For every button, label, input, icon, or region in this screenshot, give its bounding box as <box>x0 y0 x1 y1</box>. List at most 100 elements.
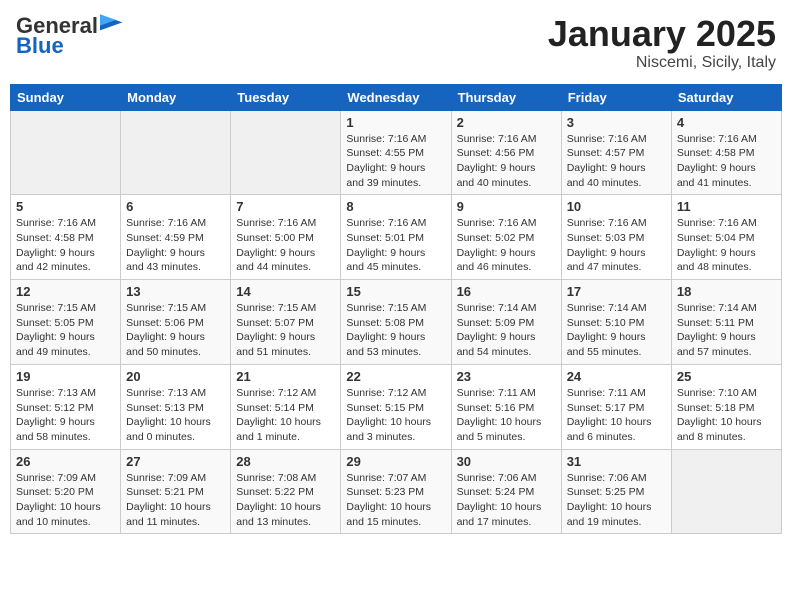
col-header-monday: Monday <box>121 84 231 110</box>
day-number: 16 <box>457 284 556 299</box>
logo: General Blue <box>16 14 124 58</box>
day-number: 15 <box>346 284 445 299</box>
day-number: 5 <box>16 199 115 214</box>
day-info: Sunrise: 7:08 AM Sunset: 5:22 PM Dayligh… <box>236 471 335 530</box>
day-info: Sunrise: 7:16 AM Sunset: 5:02 PM Dayligh… <box>457 216 556 275</box>
calendar-day-14: 14 Sunrise: 7:15 AM Sunset: 5:07 PM Dayli… <box>231 280 341 365</box>
calendar-day-25: 25 Sunrise: 7:10 AM Sunset: 5:18 PM Dayli… <box>671 364 781 449</box>
day-info: Sunrise: 7:06 AM Sunset: 5:24 PM Dayligh… <box>457 471 556 530</box>
day-number: 8 <box>346 199 445 214</box>
empty-cell <box>11 110 121 195</box>
day-info: Sunrise: 7:11 AM Sunset: 5:16 PM Dayligh… <box>457 386 556 445</box>
day-info: Sunrise: 7:10 AM Sunset: 5:18 PM Dayligh… <box>677 386 776 445</box>
logo-flag-icon <box>100 14 124 34</box>
calendar-day-1: 1 Sunrise: 7:16 AM Sunset: 4:55 PM Daylig… <box>341 110 451 195</box>
day-info: Sunrise: 7:09 AM Sunset: 5:21 PM Dayligh… <box>126 471 225 530</box>
title-block: January 2025 Niscemi, Sicily, Italy <box>548 14 776 72</box>
day-info: Sunrise: 7:15 AM Sunset: 5:08 PM Dayligh… <box>346 301 445 360</box>
day-info: Sunrise: 7:15 AM Sunset: 5:05 PM Dayligh… <box>16 301 115 360</box>
day-number: 14 <box>236 284 335 299</box>
day-number: 7 <box>236 199 335 214</box>
day-number: 3 <box>567 115 666 130</box>
calendar-day-31: 31 Sunrise: 7:06 AM Sunset: 5:25 PM Dayli… <box>561 449 671 534</box>
calendar-day-4: 4 Sunrise: 7:16 AM Sunset: 4:58 PM Daylig… <box>671 110 781 195</box>
day-info: Sunrise: 7:16 AM Sunset: 4:57 PM Dayligh… <box>567 132 666 191</box>
calendar-day-5: 5 Sunrise: 7:16 AM Sunset: 4:58 PM Daylig… <box>11 195 121 280</box>
calendar-day-2: 2 Sunrise: 7:16 AM Sunset: 4:56 PM Daylig… <box>451 110 561 195</box>
col-header-thursday: Thursday <box>451 84 561 110</box>
day-info: Sunrise: 7:11 AM Sunset: 5:17 PM Dayligh… <box>567 386 666 445</box>
calendar-week-2: 5 Sunrise: 7:16 AM Sunset: 4:58 PM Daylig… <box>11 195 782 280</box>
month-title: January 2025 <box>548 14 776 54</box>
empty-cell <box>671 449 781 534</box>
day-info: Sunrise: 7:13 AM Sunset: 5:12 PM Dayligh… <box>16 386 115 445</box>
empty-cell <box>231 110 341 195</box>
calendar-day-26: 26Sunrise: 7:09 AM Sunset: 5:20 PM Dayli… <box>11 449 121 534</box>
day-info: Sunrise: 7:13 AM Sunset: 5:13 PM Dayligh… <box>126 386 225 445</box>
calendar-day-18: 18 Sunrise: 7:14 AM Sunset: 5:11 PM Dayli… <box>671 280 781 365</box>
day-number: 24 <box>567 369 666 384</box>
day-number: 11 <box>677 199 776 214</box>
col-header-sunday: Sunday <box>11 84 121 110</box>
calendar-day-8: 8 Sunrise: 7:16 AM Sunset: 5:01 PM Daylig… <box>341 195 451 280</box>
day-number: 27 <box>126 454 225 469</box>
day-info: Sunrise: 7:14 AM Sunset: 5:11 PM Dayligh… <box>677 301 776 360</box>
day-info: Sunrise: 7:16 AM Sunset: 4:55 PM Dayligh… <box>346 132 445 191</box>
day-number: 4 <box>677 115 776 130</box>
day-number: 1 <box>346 115 445 130</box>
day-info: Sunrise: 7:12 AM Sunset: 5:15 PM Dayligh… <box>346 386 445 445</box>
calendar-day-3: 3 Sunrise: 7:16 AM Sunset: 4:57 PM Daylig… <box>561 110 671 195</box>
day-number: 12 <box>16 284 115 299</box>
calendar-day-23: 23 Sunrise: 7:11 AM Sunset: 5:16 PM Dayli… <box>451 364 561 449</box>
day-info: Sunrise: 7:07 AM Sunset: 5:23 PM Dayligh… <box>346 471 445 530</box>
calendar-day-29: 29 Sunrise: 7:07 AM Sunset: 5:23 PM Dayli… <box>341 449 451 534</box>
day-number: 25 <box>677 369 776 384</box>
col-header-friday: Friday <box>561 84 671 110</box>
calendar-table: SundayMondayTuesdayWednesdayThursdayFrid… <box>10 84 782 535</box>
calendar-day-13: 13 Sunrise: 7:15 AM Sunset: 5:06 PM Dayli… <box>121 280 231 365</box>
calendar-day-17: 17Sunrise: 7:14 AM Sunset: 5:10 PM Dayli… <box>561 280 671 365</box>
page-header: General Blue January 2025 Niscemi, Sicil… <box>10 10 782 76</box>
day-number: 6 <box>126 199 225 214</box>
day-info: Sunrise: 7:16 AM Sunset: 5:04 PM Dayligh… <box>677 216 776 275</box>
calendar-day-22: 22 Sunrise: 7:12 AM Sunset: 5:15 PM Dayli… <box>341 364 451 449</box>
empty-cell <box>121 110 231 195</box>
calendar-day-30: 30 Sunrise: 7:06 AM Sunset: 5:24 PM Dayli… <box>451 449 561 534</box>
col-header-wednesday: Wednesday <box>341 84 451 110</box>
day-number: 19 <box>16 369 115 384</box>
day-info: Sunrise: 7:16 AM Sunset: 4:56 PM Dayligh… <box>457 132 556 191</box>
day-info: Sunrise: 7:15 AM Sunset: 5:07 PM Dayligh… <box>236 301 335 360</box>
day-number: 22 <box>346 369 445 384</box>
calendar-week-1: 1 Sunrise: 7:16 AM Sunset: 4:55 PM Daylig… <box>11 110 782 195</box>
day-number: 29 <box>346 454 445 469</box>
day-number: 30 <box>457 454 556 469</box>
day-number: 2 <box>457 115 556 130</box>
calendar-day-21: 21Sunrise: 7:12 AM Sunset: 5:14 PM Dayli… <box>231 364 341 449</box>
location-subtitle: Niscemi, Sicily, Italy <box>548 54 776 72</box>
day-number: 18 <box>677 284 776 299</box>
day-info: Sunrise: 7:16 AM Sunset: 4:58 PM Dayligh… <box>677 132 776 191</box>
calendar-day-27: 27 Sunrise: 7:09 AM Sunset: 5:21 PM Dayli… <box>121 449 231 534</box>
calendar-week-5: 26Sunrise: 7:09 AM Sunset: 5:20 PM Dayli… <box>11 449 782 534</box>
day-info: Sunrise: 7:06 AM Sunset: 5:25 PM Dayligh… <box>567 471 666 530</box>
calendar-day-19: 19 Sunrise: 7:13 AM Sunset: 5:12 PM Dayli… <box>11 364 121 449</box>
day-info: Sunrise: 7:14 AM Sunset: 5:10 PM Dayligh… <box>567 301 666 360</box>
col-header-tuesday: Tuesday <box>231 84 341 110</box>
calendar-header-row: SundayMondayTuesdayWednesdayThursdayFrid… <box>11 84 782 110</box>
calendar-day-15: 15 Sunrise: 7:15 AM Sunset: 5:08 PM Dayli… <box>341 280 451 365</box>
day-number: 13 <box>126 284 225 299</box>
day-info: Sunrise: 7:12 AM Sunset: 5:14 PM Dayligh… <box>236 386 335 445</box>
day-info: Sunrise: 7:16 AM Sunset: 5:03 PM Dayligh… <box>567 216 666 275</box>
calendar-day-9: 9Sunrise: 7:16 AM Sunset: 5:02 PM Daylig… <box>451 195 561 280</box>
col-header-saturday: Saturday <box>671 84 781 110</box>
calendar-day-20: 20Sunrise: 7:13 AM Sunset: 5:13 PM Dayli… <box>121 364 231 449</box>
calendar-week-3: 12 Sunrise: 7:15 AM Sunset: 5:05 PM Dayli… <box>11 280 782 365</box>
day-info: Sunrise: 7:16 AM Sunset: 4:58 PM Dayligh… <box>16 216 115 275</box>
day-number: 23 <box>457 369 556 384</box>
calendar-day-28: 28Sunrise: 7:08 AM Sunset: 5:22 PM Dayli… <box>231 449 341 534</box>
day-info: Sunrise: 7:15 AM Sunset: 5:06 PM Dayligh… <box>126 301 225 360</box>
day-info: Sunrise: 7:16 AM Sunset: 5:01 PM Dayligh… <box>346 216 445 275</box>
day-number: 31 <box>567 454 666 469</box>
calendar-day-10: 10Sunrise: 7:16 AM Sunset: 5:03 PM Dayli… <box>561 195 671 280</box>
calendar-day-12: 12 Sunrise: 7:15 AM Sunset: 5:05 PM Dayli… <box>11 280 121 365</box>
